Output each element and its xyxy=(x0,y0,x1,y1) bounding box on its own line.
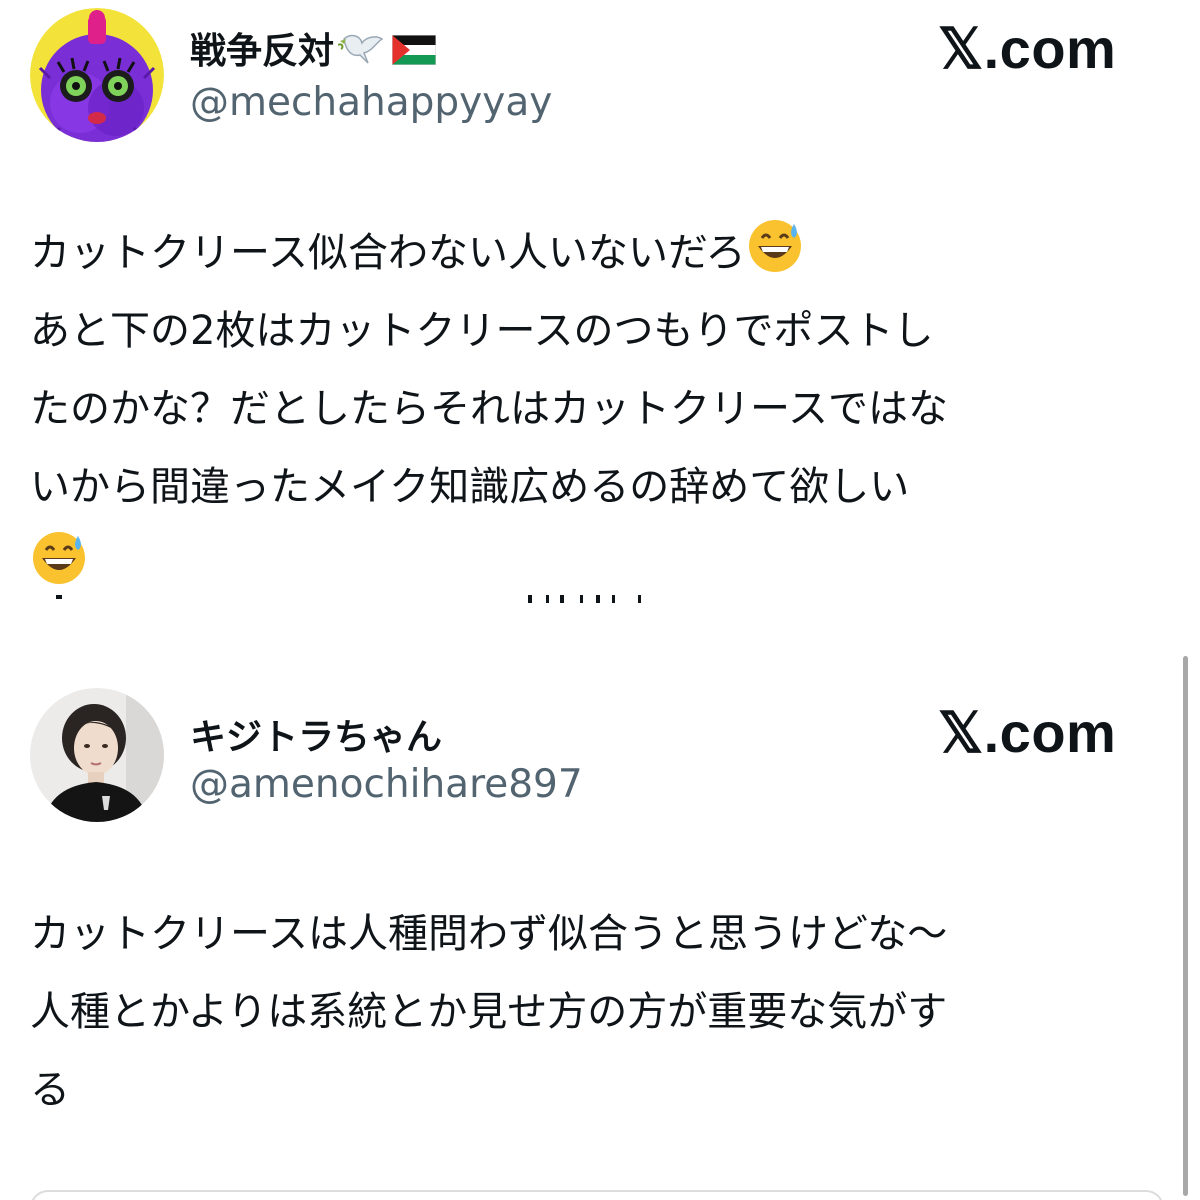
post-text-line: あと下の2枚はカットクリースのつもりでポストし xyxy=(30,308,934,354)
post-text-line: たのかな？だとしたらそれはカットクリースではな xyxy=(30,386,948,432)
post-text-line: いから間違ったメイク知識広めるの辞めて欲しい xyxy=(30,464,910,510)
display-name-text: 戦争反対 xyxy=(190,31,335,72)
post-card-1: 戦争反対 @mechahappyyay 𝕏.com カットクリース似合わない人い… xyxy=(0,0,1190,600)
purple-monster-avatar-icon xyxy=(30,8,164,142)
post-text-line: 人種とかよりは系統とか見せ方の方が重要な気がす xyxy=(30,989,948,1035)
post-text-line-emoji xyxy=(30,526,1170,600)
clipped-text-fragment xyxy=(56,595,641,603)
avatar[interactable] xyxy=(30,688,164,822)
handle[interactable]: @mechahappyyay xyxy=(190,80,552,125)
post-text-line: カットクリース似合わない人いないだろ xyxy=(30,214,1170,292)
scrollbar[interactable] xyxy=(1183,656,1188,1196)
grinning-sweat-emoji-icon xyxy=(33,532,85,584)
palestine-flag-icon xyxy=(391,33,437,74)
display-name[interactable]: 戦争反対 xyxy=(190,22,437,78)
post-text-line: カットクリースは人種問わず似合うと思うけどな〜 xyxy=(30,911,948,957)
post-card-2: キジトラちゃん @amenochihare897 𝕏.com カットクリースは人… xyxy=(0,640,1190,1200)
person-photo-avatar-icon xyxy=(30,688,164,822)
avatar[interactable] xyxy=(30,8,164,142)
post-text: カットクリースは人種問わず似合うと思うけどな〜 人種とかよりは系統とか見せ方の方… xyxy=(30,895,1170,1129)
next-card-edge xyxy=(30,1190,1164,1200)
post-text: カットクリース似合わない人いないだろ あと下の2枚はカットクリースのつもりでポス… xyxy=(30,214,1170,600)
handle[interactable]: @amenochihare897 xyxy=(190,762,583,807)
x-com-brand: 𝕏.com xyxy=(938,701,1117,764)
post-text-line: る xyxy=(30,1067,70,1113)
display-name[interactable]: キジトラちゃん xyxy=(190,708,442,760)
dove-icon xyxy=(337,29,384,78)
grinning-sweat-emoji-icon xyxy=(748,220,801,272)
x-com-brand: 𝕏.com xyxy=(938,17,1117,80)
